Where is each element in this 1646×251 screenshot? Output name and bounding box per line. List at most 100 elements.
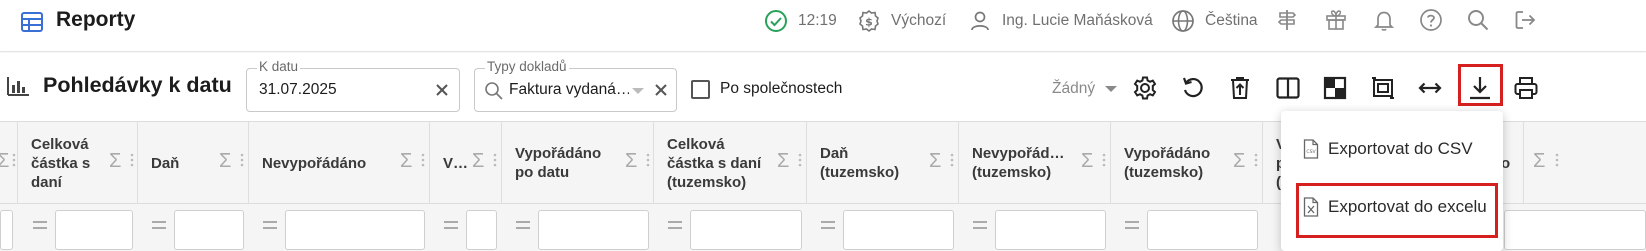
sum-icon[interactable]: Σ [472,150,484,173]
column-filter-input[interactable] [1147,210,1258,250]
resize-handle-icon[interactable] [798,152,802,168]
undo-icon [1182,77,1203,98]
search-icon[interactable] [1466,8,1490,32]
sum-icon[interactable]: Σ [777,150,789,173]
table-icon[interactable] [20,10,44,34]
help-icon[interactable] [1419,8,1443,32]
column-header[interactable]: Daň Σ [139,122,249,204]
resize-handle-icon[interactable] [1254,152,1258,168]
sum-icon[interactable]: Σ [1533,150,1545,173]
sum-icon[interactable]: Σ [109,150,121,173]
variant-selector[interactable]: Žádný [1052,80,1095,98]
column-header-label: Nevypořádáno [262,154,367,172]
sum-icon[interactable]: Σ [400,150,412,173]
equals-icon[interactable] [516,221,530,229]
currency-label: Výchozí [891,12,947,29]
globe-icon [1172,10,1194,32]
fit-button[interactable] [1370,75,1396,101]
column-filter-input[interactable] [1504,210,1646,250]
resize-handle-icon[interactable] [493,152,497,168]
resize-handle-icon[interactable] [12,152,16,168]
sum-icon[interactable]: Σ [0,150,9,173]
column-filter-input[interactable] [995,210,1106,250]
date-field-value[interactable]: 31.07.2025 [259,81,337,99]
print-button[interactable] [1513,75,1539,101]
resize-handle-icon[interactable] [1102,152,1106,168]
date-field[interactable]: K datu 31.07.2025 [246,59,460,112]
delete-button[interactable] [1227,75,1253,101]
column-header-label: Daň [151,154,180,172]
sum-icon[interactable]: Σ [1233,150,1245,173]
export-excel-highlight [1296,183,1498,238]
column-filter-input[interactable] [843,210,954,250]
column-header[interactable]: Daň (tuzemsko) Σ [808,122,959,204]
equals-icon[interactable] [821,221,835,229]
column-header[interactable]: Σ [1525,122,1646,204]
doc-type-field[interactable]: Typy dokladů Faktura vydaná… [474,59,677,112]
equals-icon[interactable] [33,221,47,229]
resize-handle-icon[interactable] [646,152,650,168]
column-header[interactable]: Nevypořádáno Σ [250,122,430,204]
currency-selector[interactable]: $ Výchozí [857,8,946,34]
gear-icon [1133,76,1157,100]
logout-icon[interactable] [1513,8,1537,32]
column-header[interactable]: Vypořádáno (tuzemsko) Σ [1112,122,1263,204]
equals-icon[interactable] [973,221,987,229]
equals-icon[interactable] [1125,221,1139,229]
by-company-checkbox[interactable] [691,80,710,99]
signpost-icon[interactable] [1275,8,1299,32]
date-field-label: K datu [257,59,301,75]
export-csv-menu-item[interactable]: CSV Exportovat do CSV [1281,125,1503,173]
bell-icon[interactable] [1372,8,1396,32]
settings-button[interactable] [1132,75,1158,101]
layout-button[interactable] [1322,75,1348,101]
equals-icon[interactable] [263,221,277,229]
doc-type-field-value[interactable]: Faktura vydaná… [509,81,629,99]
export-button-highlight [1458,64,1503,106]
column-header[interactable]: Celková částka s daní Σ [19,122,138,204]
column-filter-input[interactable] [285,210,425,250]
sum-icon[interactable]: Σ [929,150,941,173]
equals-icon[interactable] [152,221,166,229]
csv-file-icon: CSV [1303,139,1319,159]
column-header[interactable]: V… Σ [431,122,502,204]
sync-status: 12:19 [764,8,837,34]
column-filter-input[interactable] [538,210,649,250]
trash-upload-icon [1231,77,1249,99]
columns-icon [1276,77,1300,99]
clear-date-icon[interactable] [433,81,451,99]
sum-icon[interactable]: Σ [625,150,637,173]
clear-doc-type-icon[interactable] [652,81,670,99]
user-menu[interactable]: Ing. Lucie Maňásková [968,8,1153,34]
sum-icon[interactable]: Σ [219,150,231,173]
column-header-label: Daň (tuzemsko) [820,145,900,181]
chevron-down-icon[interactable] [1105,86,1117,92]
split-view-button[interactable] [1275,75,1301,101]
column-filter-input[interactable] [0,210,13,250]
language-label: Čeština [1205,12,1258,29]
chevron-down-icon[interactable] [632,88,644,94]
column-filter-input[interactable] [690,210,802,250]
column-filter-input[interactable] [174,210,244,250]
equals-icon[interactable] [668,221,682,229]
sum-icon[interactable]: Σ [1081,150,1093,173]
bar-chart-icon [7,77,29,96]
column-header[interactable]: Nevypořád… (tuzemsko) Σ [960,122,1111,204]
column-header[interactable]: Vypořádáno po datu Σ [503,122,654,204]
resize-handle-icon[interactable] [950,152,954,168]
resize-handle-icon[interactable] [421,152,425,168]
doc-type-field-label: Typy dokladů [485,59,569,75]
column-filter-input[interactable] [55,210,133,250]
reset-button[interactable] [1180,75,1206,101]
column-header[interactable]: Σ [0,122,18,204]
gift-icon[interactable] [1324,8,1348,32]
resize-handle-icon[interactable] [130,152,134,168]
equals-icon[interactable] [444,221,458,229]
language-selector[interactable]: Čeština [1171,8,1258,34]
column-filter-input[interactable] [466,210,497,250]
resize-handle-icon[interactable] [1555,152,1559,168]
expand-width-button[interactable] [1417,75,1443,101]
top-bar: Reporty 12:19 $ Výchozí Ing. Lucie Maňás… [0,0,1646,52]
column-header[interactable]: Celková částka s daní (tuzemsko) Σ [655,122,807,204]
resize-handle-icon[interactable] [240,152,244,168]
